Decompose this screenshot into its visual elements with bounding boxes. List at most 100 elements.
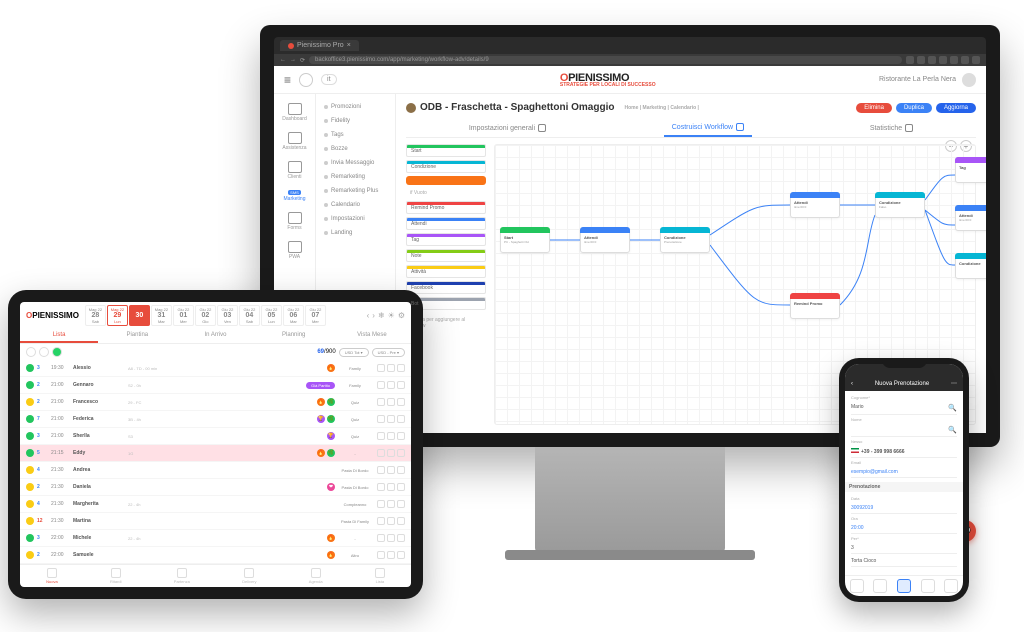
reservation-row[interactable]: 12 21:30 Martina Pasta Di Family: [20, 513, 411, 530]
field-time[interactable]: 20:00: [851, 523, 957, 534]
forward-icon[interactable]: →: [290, 57, 296, 63]
settings-icon[interactable]: [397, 483, 405, 491]
submenu-promozioni[interactable]: Promozioni: [320, 100, 391, 114]
more-icon[interactable]: [377, 534, 385, 542]
back-icon[interactable]: ‹: [851, 381, 853, 387]
next-icon[interactable]: ›: [372, 311, 375, 320]
submenu-remarketing[interactable]: Remarketing: [320, 170, 391, 184]
close-tab-icon[interactable]: ×: [347, 42, 351, 49]
more-icon[interactable]: [377, 517, 385, 525]
settings-icon[interactable]: [397, 381, 405, 389]
more-icon[interactable]: [377, 500, 385, 508]
filter-pill-2[interactable]: USD - Pre ▾: [372, 348, 405, 357]
sidebar-item-pwa[interactable]: PWA: [274, 238, 315, 263]
node-condizione-3[interactable]: Condizione: [955, 253, 986, 279]
more-icon[interactable]: [377, 449, 385, 457]
more-icon[interactable]: [377, 483, 385, 491]
settings-icon[interactable]: [397, 449, 405, 457]
sort-icon[interactable]: [39, 347, 49, 357]
bottomnav-partenza[interactable]: Partenza: [174, 568, 190, 584]
field-cognome[interactable]: Mario🔍: [851, 402, 957, 415]
node-attendi-2[interactable]: Attenditime:00:0: [790, 192, 840, 218]
date-cell[interactable]: Giu 2202Gio: [195, 305, 216, 326]
date-cell[interactable]: Giu 2205Lun: [261, 305, 282, 326]
node-start[interactable]: StartPC - Spaghetti OH: [500, 227, 550, 253]
reservation-row[interactable]: 3 21:00 Sherlla S3 🏆 Quiz: [20, 428, 411, 445]
language-selector[interactable]: it: [321, 74, 337, 85]
tab-lista[interactable]: Lista: [20, 329, 98, 343]
palette-remind[interactable]: Remind Promo: [406, 201, 486, 214]
node-attendi-1[interactable]: Attenditime:00:0: [580, 227, 630, 253]
more-icon[interactable]: [377, 551, 385, 559]
field-pax[interactable]: 3: [851, 543, 957, 554]
browser-tab[interactable]: Pienissimo Pro ×: [280, 40, 359, 51]
node-attendi-3[interactable]: Attenditime:00:0: [955, 205, 986, 231]
send-icon[interactable]: [387, 398, 395, 406]
send-icon[interactable]: [387, 381, 395, 389]
menu-icon[interactable]: ≡: [284, 73, 291, 87]
date-cell[interactable]: Giu 2206Mar: [283, 305, 304, 326]
submenu-bozze[interactable]: Bozze: [320, 142, 391, 156]
settings-icon[interactable]: [397, 432, 405, 440]
palette-condizione[interactable]: Condizione: [406, 160, 486, 173]
delete-button[interactable]: Elimina: [856, 103, 892, 113]
reservation-row[interactable]: 4 21:30 Margherita 22 - 4h Compleanno: [20, 496, 411, 513]
send-icon[interactable]: [387, 449, 395, 457]
search-icon[interactable]: [26, 347, 36, 357]
nav-chat-icon[interactable]: [921, 579, 935, 593]
settings-icon[interactable]: [397, 364, 405, 372]
reservation-row[interactable]: 2 22:00 Samuele 🔥 Altro: [20, 547, 411, 564]
reservation-row[interactable]: 2 21:00 Gennaro S2 - 0h Già Partito Fami…: [20, 377, 411, 394]
user-avatar-icon[interactable]: [962, 73, 976, 87]
date-cell[interactable]: Mag 2229Lun: [107, 305, 128, 326]
submenu-remarketing-plus[interactable]: Remarketing Plus: [320, 184, 391, 198]
node-condizione-1[interactable]: CondizionePrenotazione: [660, 227, 710, 253]
sidebar-item-dashboard[interactable]: Dashboard: [274, 100, 315, 125]
speedometer-icon[interactable]: [299, 73, 313, 87]
settings-icon[interactable]: [397, 517, 405, 525]
reservation-row[interactable]: 2 21:30 Daniela ❤ Pasta Di Bordo: [20, 479, 411, 496]
more-icon[interactable]: [377, 398, 385, 406]
tab-impostazioni[interactable]: Impostazioni generali: [461, 119, 554, 137]
nav-more-icon[interactable]: [944, 579, 958, 593]
palette-attendi[interactable]: Attendi: [406, 217, 486, 230]
duplicate-button[interactable]: Duplica: [896, 103, 932, 113]
sidebar-item-clienti[interactable]: Clienti: [274, 158, 315, 183]
tab-costruisci[interactable]: Costruisci Workflow: [664, 119, 752, 137]
submenu-messaggio[interactable]: Invia Messaggio: [320, 156, 391, 170]
settings-icon[interactable]: [397, 500, 405, 508]
more-icon[interactable]: [377, 466, 385, 474]
tab-planning[interactable]: Planning: [255, 329, 333, 343]
sidebar-item-marketing[interactable]: SMSMarketing: [274, 187, 315, 205]
settings-icon[interactable]: [397, 466, 405, 474]
reservation-row[interactable]: 5 21:15 Eddy 1G 🔥🌿 -: [20, 445, 411, 462]
prev-icon[interactable]: ‹: [367, 311, 370, 320]
sidebar-item-forms[interactable]: Forms: [274, 209, 315, 234]
more-icon[interactable]: [377, 381, 385, 389]
send-icon[interactable]: [387, 551, 395, 559]
send-icon[interactable]: [387, 466, 395, 474]
tab-arrivo[interactable]: In Arrivo: [176, 329, 254, 343]
nav-list-icon[interactable]: [873, 579, 887, 593]
gear-icon[interactable]: ⚙: [398, 311, 405, 320]
date-cell[interactable]: Giu 2204Sab: [239, 305, 260, 326]
bottomnav-ritardi[interactable]: Ritardi: [110, 568, 122, 584]
date-picker-strip[interactable]: Mag 2228SabMag 2229Lun 30 Mag 2231MarGiu…: [85, 305, 326, 326]
date-cell[interactable]: 30: [129, 305, 150, 326]
submenu-impostazioni[interactable]: Impostazioni: [320, 212, 391, 226]
bottomnav-nuova[interactable]: Nuova: [46, 568, 58, 584]
field-phone[interactable]: +39 - 399 998 6666: [851, 446, 957, 458]
field-date[interactable]: 30092019: [851, 503, 957, 514]
palette-tag[interactable]: Tag: [406, 233, 486, 246]
bottomnav-lista[interactable]: Lista: [375, 568, 385, 584]
sidebar-item-assistenza[interactable]: Assistenza: [274, 129, 315, 154]
tab-vistamese[interactable]: Vista Mese: [333, 329, 411, 343]
nav-add-icon[interactable]: [897, 579, 911, 593]
send-icon[interactable]: [387, 432, 395, 440]
settings-icon[interactable]: [397, 398, 405, 406]
submenu-tags[interactable]: Tags: [320, 128, 391, 142]
send-icon[interactable]: [387, 517, 395, 525]
settings-icon[interactable]: [397, 534, 405, 542]
tab-piantina[interactable]: Piantina: [98, 329, 176, 343]
reservation-row[interactable]: 2 21:00 Francesco 29 - FC 🔥🌿 Quiz: [20, 394, 411, 411]
